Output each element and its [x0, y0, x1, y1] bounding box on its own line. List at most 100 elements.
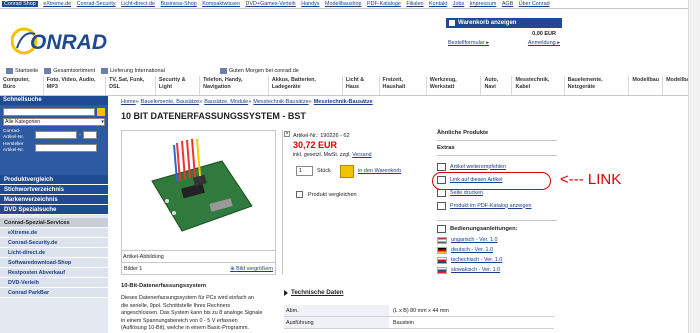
top-link[interactable]: Filialen	[406, 1, 423, 7]
manual-link[interactable]: deutsch - Ver. 1.0	[451, 247, 493, 253]
tech-key: Abm.	[284, 305, 389, 316]
article-number: Artikel-Nr.: 190226 - 62	[293, 133, 350, 139]
category-nav-item[interactable]: Licht & Haus	[343, 76, 380, 95]
sidebar-item[interactable]: Markenverzeichnis	[0, 195, 108, 205]
sidebar-service-link[interactable]: Restposten Abverkauf	[0, 268, 108, 278]
breadcrumb-separator: »	[135, 99, 139, 105]
link-highlight-ellipse	[432, 172, 551, 190]
top-link[interactable]: Impressum	[470, 1, 497, 7]
sidebar-service-link[interactable]: Licht-direct.de	[0, 248, 108, 258]
conrad-logo[interactable]: ONRAD	[10, 26, 123, 56]
vat-note: inkl. gesetzl. MwSt. zzgl. Versand	[293, 152, 372, 158]
category-nav-item[interactable]: Akkus, Batterien, Ladegeräte	[269, 76, 343, 95]
sidebar-service-link[interactable]: Softwaredownload-Shop	[0, 258, 108, 268]
top-link[interactable]: Über Conrad	[519, 1, 550, 7]
manual-item[interactable]: ungarisch - Ver. 1.0	[437, 235, 557, 245]
extras-link[interactable]: Seite drucken	[450, 190, 483, 196]
top-link[interactable]: PDF-Kataloge	[367, 1, 401, 7]
category-nav-item[interactable]: Telefon, Handy, Navigation	[200, 76, 269, 95]
pdf-icon	[437, 201, 446, 210]
top-link[interactable]: Licht-direct.de	[121, 1, 155, 7]
manual-item[interactable]: tschechisch - Ver. 1.0	[437, 255, 557, 265]
sidebar-item[interactable]: Produktvergleich	[0, 175, 108, 185]
manual-icon	[437, 225, 446, 233]
breadcrumb-item[interactable]: Bausätze, Module	[204, 99, 248, 105]
conrad-artnr-input[interactable]	[35, 130, 77, 139]
top-link[interactable]: AGB	[502, 1, 513, 7]
add-to-cart-link[interactable]: in den Warenkorb	[358, 168, 401, 174]
category-nav-item[interactable]: Werkzeug, Werkstatt	[427, 76, 482, 95]
extras-item[interactable]: Produkt im PDF-Katalog anzeigen	[437, 199, 557, 212]
category-nav-item[interactable]: Bauelemente, Netzgeräte	[565, 76, 630, 95]
top-link[interactable]: Kontakt	[429, 1, 447, 7]
close-icon[interactable]: ×	[284, 131, 290, 137]
add-to-cart-icon[interactable]	[340, 165, 354, 178]
description-line: die serielle, 9pol. Schnittstelle Ihres …	[121, 302, 231, 309]
category-nav-item[interactable]: Freizeit, Haushalt	[380, 76, 427, 95]
tech-value: Baustein	[393, 319, 414, 326]
manuals-header: Bedienungsanleitungen:	[450, 226, 518, 232]
search-input[interactable]	[3, 108, 95, 116]
manual-link[interactable]: ungarisch - Ver. 1.0	[451, 237, 497, 243]
show-cart-button[interactable]: Warenkorb anzeigen	[446, 18, 562, 28]
category-nav-item[interactable]: Computer, Büro	[0, 76, 44, 95]
compare-label: Produkt vergleichen	[308, 192, 357, 198]
breadcrumb-item[interactable]: Messtechnik-Bausätze	[314, 99, 373, 105]
sidebar-item[interactable]: DVD Spezialsuche	[0, 205, 108, 215]
shipping-link[interactable]: Versand	[352, 152, 371, 158]
top-link[interactable]: Business-Shop	[160, 1, 196, 7]
manual-item[interactable]: deutsch - Ver. 1.0	[437, 245, 557, 255]
manual-link[interactable]: tschechisch - Ver. 1.0	[451, 257, 502, 263]
category-nav-item[interactable]: Messtechnik, Kabel	[512, 76, 565, 95]
top-link[interactable]: DVD+Games-Verleih	[246, 1, 296, 7]
conrad-artnr-suffix-input[interactable]	[83, 130, 97, 139]
sidebar-service-link[interactable]: DVD-Verleih	[0, 278, 108, 288]
cart-icon	[449, 20, 455, 26]
breadcrumb-item[interactable]: Messtechnik-Bausätze	[253, 99, 308, 105]
search-go-button[interactable]	[97, 108, 105, 116]
breadcrumb-separator: »	[199, 99, 203, 105]
breadcrumb-item[interactable]: Bauelemente, Bausätze	[141, 99, 199, 105]
category-nav-item[interactable]: Foto, Video, Audio, MP3	[44, 76, 107, 95]
top-link[interactable]: Conrad Shop	[2, 1, 38, 7]
nav-top-item[interactable]: Startseite	[6, 68, 38, 74]
category-nav-item[interactable]: Modellbau	[629, 76, 664, 95]
enlarge-image-link[interactable]: ⊕ Bild vergrößern	[230, 266, 273, 272]
description-line: Dieses Datenerfassungssystem für PCs wir…	[121, 295, 255, 301]
extras-link[interactable]: Artikel weiterempfehlen	[450, 164, 506, 170]
nav-top-item[interactable]: Gesamtsortiment	[44, 68, 95, 74]
top-link[interactable]: eXtreme.de	[43, 1, 71, 7]
hersteller-artnr-input[interactable]	[35, 143, 97, 152]
breadcrumb-separator: »	[308, 99, 312, 105]
sidebar-service-link[interactable]: Conrad ParkBar	[0, 288, 108, 298]
manual-link[interactable]: slowakisch - Ver. 1.0	[451, 267, 500, 273]
top-link[interactable]: Jobs	[453, 1, 464, 7]
quick-search-header: Schnellsuche	[0, 96, 108, 105]
category-nav-item[interactable]: Security & Light	[156, 76, 201, 95]
manual-item[interactable]: slowakisch - Ver. 1.0	[437, 265, 557, 275]
similar-products-header: Ähnliche Produkte	[437, 130, 489, 136]
sidebar-item[interactable]: Stichwortverzeichnis	[0, 185, 108, 195]
order-form-link[interactable]: Bestellformular ▸	[448, 40, 489, 46]
login-link[interactable]: Anmeldung ▸	[528, 40, 560, 46]
quantity-input[interactable]: 1	[296, 166, 313, 176]
nav-top-item[interactable]: Guten Morgen bei conrad.de	[219, 68, 299, 74]
sidebar-service-link[interactable]: eXtreme.de	[0, 228, 108, 238]
compare-checkbox[interactable]	[296, 191, 303, 198]
scrollbar[interactable]	[688, 0, 700, 333]
category-nav-item[interactable]: Auto, Navi	[481, 76, 513, 95]
sidebar-service-link[interactable]: Conrad-Security.de	[0, 238, 108, 248]
right-panel: Ähnliche Produkte Extras Artikel weitere…	[437, 130, 557, 275]
product-image[interactable]	[122, 131, 275, 249]
breadcrumb-item[interactable]: Home	[121, 99, 136, 105]
category-select[interactable]: Alle Kategorien ▾	[3, 118, 105, 126]
nav-top-item[interactable]: Lieferung International	[101, 68, 165, 74]
top-link[interactable]: Kompaktwissen	[202, 1, 240, 7]
grid-icon	[44, 68, 52, 74]
tech-data-header[interactable]: Technische Daten	[284, 289, 344, 296]
extras-link[interactable]: Produkt im PDF-Katalog anzeigen	[450, 203, 532, 209]
top-link[interactable]: Handys	[301, 1, 319, 7]
top-link[interactable]: Conrad-Security	[77, 1, 116, 7]
top-link[interactable]: Modellbaushop	[325, 1, 362, 7]
category-nav-item[interactable]: TV, Sat, Funk, DSL	[106, 76, 156, 95]
